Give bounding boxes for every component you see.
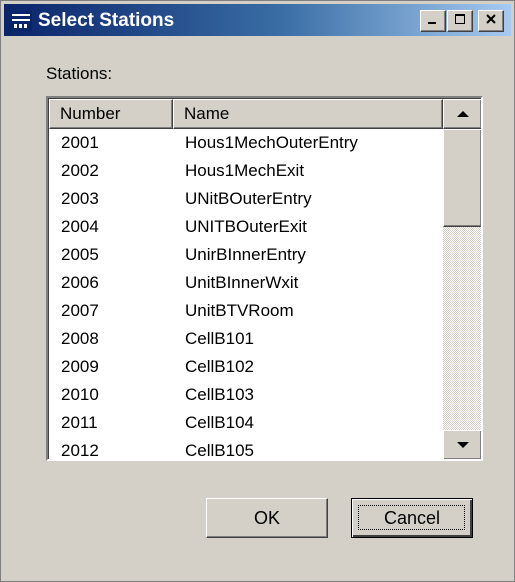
list-item[interactable]: 2010 CellB103 bbox=[49, 381, 443, 409]
station-number: 2006 bbox=[61, 273, 99, 292]
station-number: 2007 bbox=[61, 301, 99, 320]
station-number: 2009 bbox=[61, 357, 99, 376]
scrollbar-thumb[interactable] bbox=[443, 129, 481, 227]
station-name: UNitBOuterEntry bbox=[185, 189, 312, 208]
minimize-button[interactable] bbox=[420, 10, 446, 32]
station-name: UNITBOuterExit bbox=[185, 217, 307, 236]
maximize-button[interactable] bbox=[447, 10, 473, 32]
ok-button-label: OK bbox=[253, 507, 280, 528]
station-name: Hous1MechOuterEntry bbox=[185, 133, 358, 152]
scroll-up-button[interactable] bbox=[443, 99, 481, 129]
maximize-icon bbox=[454, 12, 466, 30]
app-window-icon[interactable] bbox=[10, 11, 32, 31]
station-number: 2012 bbox=[61, 441, 99, 459]
stations-list-frame: Number Name 2001 Hous1MechOuterEntry 2002… bbox=[48, 98, 481, 459]
cancel-button[interactable]: Cancel bbox=[351, 498, 473, 538]
station-number: 2005 bbox=[61, 245, 99, 264]
stations-label: Stations: bbox=[46, 64, 113, 83]
column-header-number[interactable]: Number bbox=[49, 99, 173, 129]
station-name: UnitBTVRoom bbox=[185, 301, 294, 320]
dialog-body: Select Stations Stations: Number Name 20… bbox=[1, 1, 514, 581]
station-name: UnirBInnerEntry bbox=[185, 245, 306, 264]
list-item[interactable]: 2002 Hous1MechExit bbox=[49, 157, 443, 185]
window-title: Select Stations bbox=[38, 10, 175, 31]
scroll-down-button[interactable] bbox=[443, 430, 481, 459]
ok-button[interactable]: OK bbox=[206, 498, 328, 538]
list-item[interactable]: 2004 UNITBOuterExit bbox=[49, 213, 443, 241]
close-button[interactable] bbox=[478, 10, 504, 32]
list-item[interactable]: 2003 UNitBOuterEntry bbox=[49, 185, 443, 213]
list-header: Number Name bbox=[49, 99, 443, 129]
list-item[interactable]: 2006 UnitBInnerWxit bbox=[49, 269, 443, 297]
station-name: CellB104 bbox=[185, 413, 254, 432]
list-item[interactable]: 2009 CellB102 bbox=[49, 353, 443, 381]
station-number: 2004 bbox=[61, 217, 99, 236]
list-item[interactable]: 2001 Hous1MechOuterEntry bbox=[49, 129, 443, 157]
list-item[interactable]: 2011 CellB104 bbox=[49, 409, 443, 437]
station-number: 2008 bbox=[61, 329, 99, 348]
list-item[interactable]: 2008 CellB101 bbox=[49, 325, 443, 353]
list-item[interactable]: 2007 UnitBTVRoom bbox=[49, 297, 443, 325]
minimize-icon bbox=[427, 12, 439, 30]
arrow-up-icon bbox=[456, 105, 470, 123]
arrow-down-icon bbox=[456, 436, 470, 454]
station-number: 2002 bbox=[61, 161, 99, 180]
list-item[interactable]: 2005 UnirBInnerEntry bbox=[49, 241, 443, 269]
station-name: Hous1MechExit bbox=[185, 161, 305, 180]
cancel-button-label: Cancel bbox=[383, 507, 441, 528]
station-name: CellB101 bbox=[185, 329, 254, 348]
station-number: 2003 bbox=[61, 189, 99, 208]
select-stations-dialog: Select Stations Stations: Number Name 20… bbox=[0, 0, 515, 582]
stations-list[interactable]: Number Name 2001 Hous1MechOuterEntry 2002… bbox=[46, 96, 483, 461]
station-name: UnitBInnerWxit bbox=[185, 273, 299, 292]
station-number: 2010 bbox=[61, 385, 99, 404]
station-name: CellB103 bbox=[185, 385, 254, 404]
column-header-name[interactable]: Name bbox=[173, 99, 443, 129]
station-name: CellB105 bbox=[185, 441, 254, 459]
list-item[interactable]: 2012 CellB105 bbox=[49, 437, 443, 459]
station-number: 2011 bbox=[61, 413, 98, 432]
station-number: 2001 bbox=[61, 133, 99, 152]
vertical-scrollbar[interactable] bbox=[443, 99, 481, 459]
station-name: CellB102 bbox=[185, 357, 254, 376]
close-icon bbox=[485, 12, 497, 30]
title-bar[interactable]: Select Stations bbox=[4, 4, 511, 36]
